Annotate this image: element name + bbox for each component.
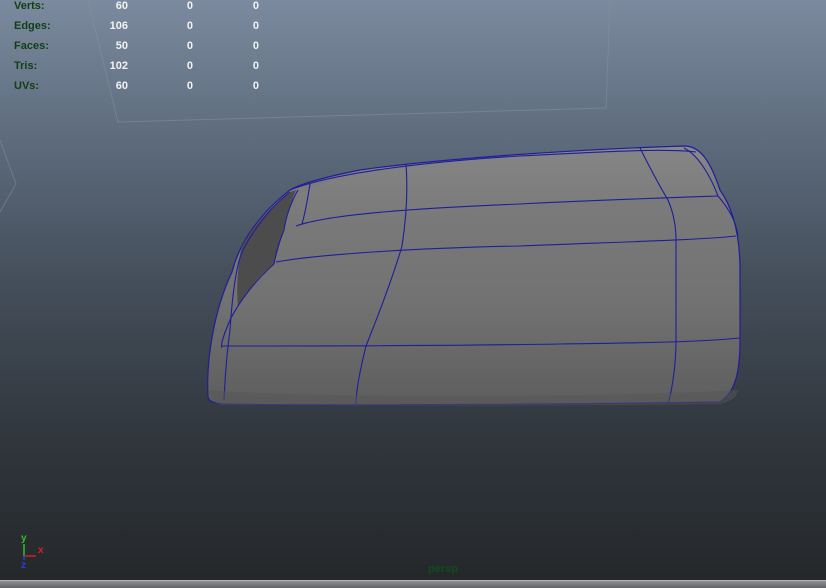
y-axis-label: y <box>21 533 27 544</box>
hud-value: 0 <box>252 60 259 72</box>
hud-value: 60 <box>115 80 128 92</box>
perspective-viewport[interactable]: Verts: 60 0 0 Edges: 106 0 0 Faces: 50 0… <box>0 0 826 588</box>
hud-value: 0 <box>252 40 259 52</box>
hud-label: Edges: <box>14 20 51 32</box>
x-axis-label: x <box>38 545 44 556</box>
hud-value: 60 <box>115 0 128 12</box>
hud-value: 102 <box>109 60 128 72</box>
hud-value: 0 <box>186 0 193 12</box>
hud-label: Verts: <box>14 0 45 12</box>
hud-row-tris: Tris: 102 0 0 <box>0 60 270 74</box>
hud-label: Faces: <box>14 40 49 52</box>
hud-row-edges: Edges: 106 0 0 <box>0 20 270 34</box>
hud-value: 0 <box>186 60 193 72</box>
hud-value: 0 <box>252 20 259 32</box>
hud-value: 0 <box>186 20 193 32</box>
hud-value: 0 <box>186 40 193 52</box>
hud-label: UVs: <box>14 80 40 92</box>
hud-row-faces: Faces: 50 0 0 <box>0 40 270 54</box>
hud-value: 0 <box>186 80 193 92</box>
hud-value: 0 <box>252 0 259 12</box>
hud-value: 50 <box>115 40 128 52</box>
camera-name-label: persp <box>428 563 458 575</box>
hud-row-uvs: UVs: 60 0 0 <box>0 80 270 94</box>
viewport-bottom-edge <box>0 580 826 588</box>
hud-label: Tris: <box>14 60 38 72</box>
hud-row-verts: Verts: 60 0 0 <box>0 0 270 14</box>
hud-value: 0 <box>252 80 259 92</box>
hud-value: 106 <box>109 20 128 32</box>
